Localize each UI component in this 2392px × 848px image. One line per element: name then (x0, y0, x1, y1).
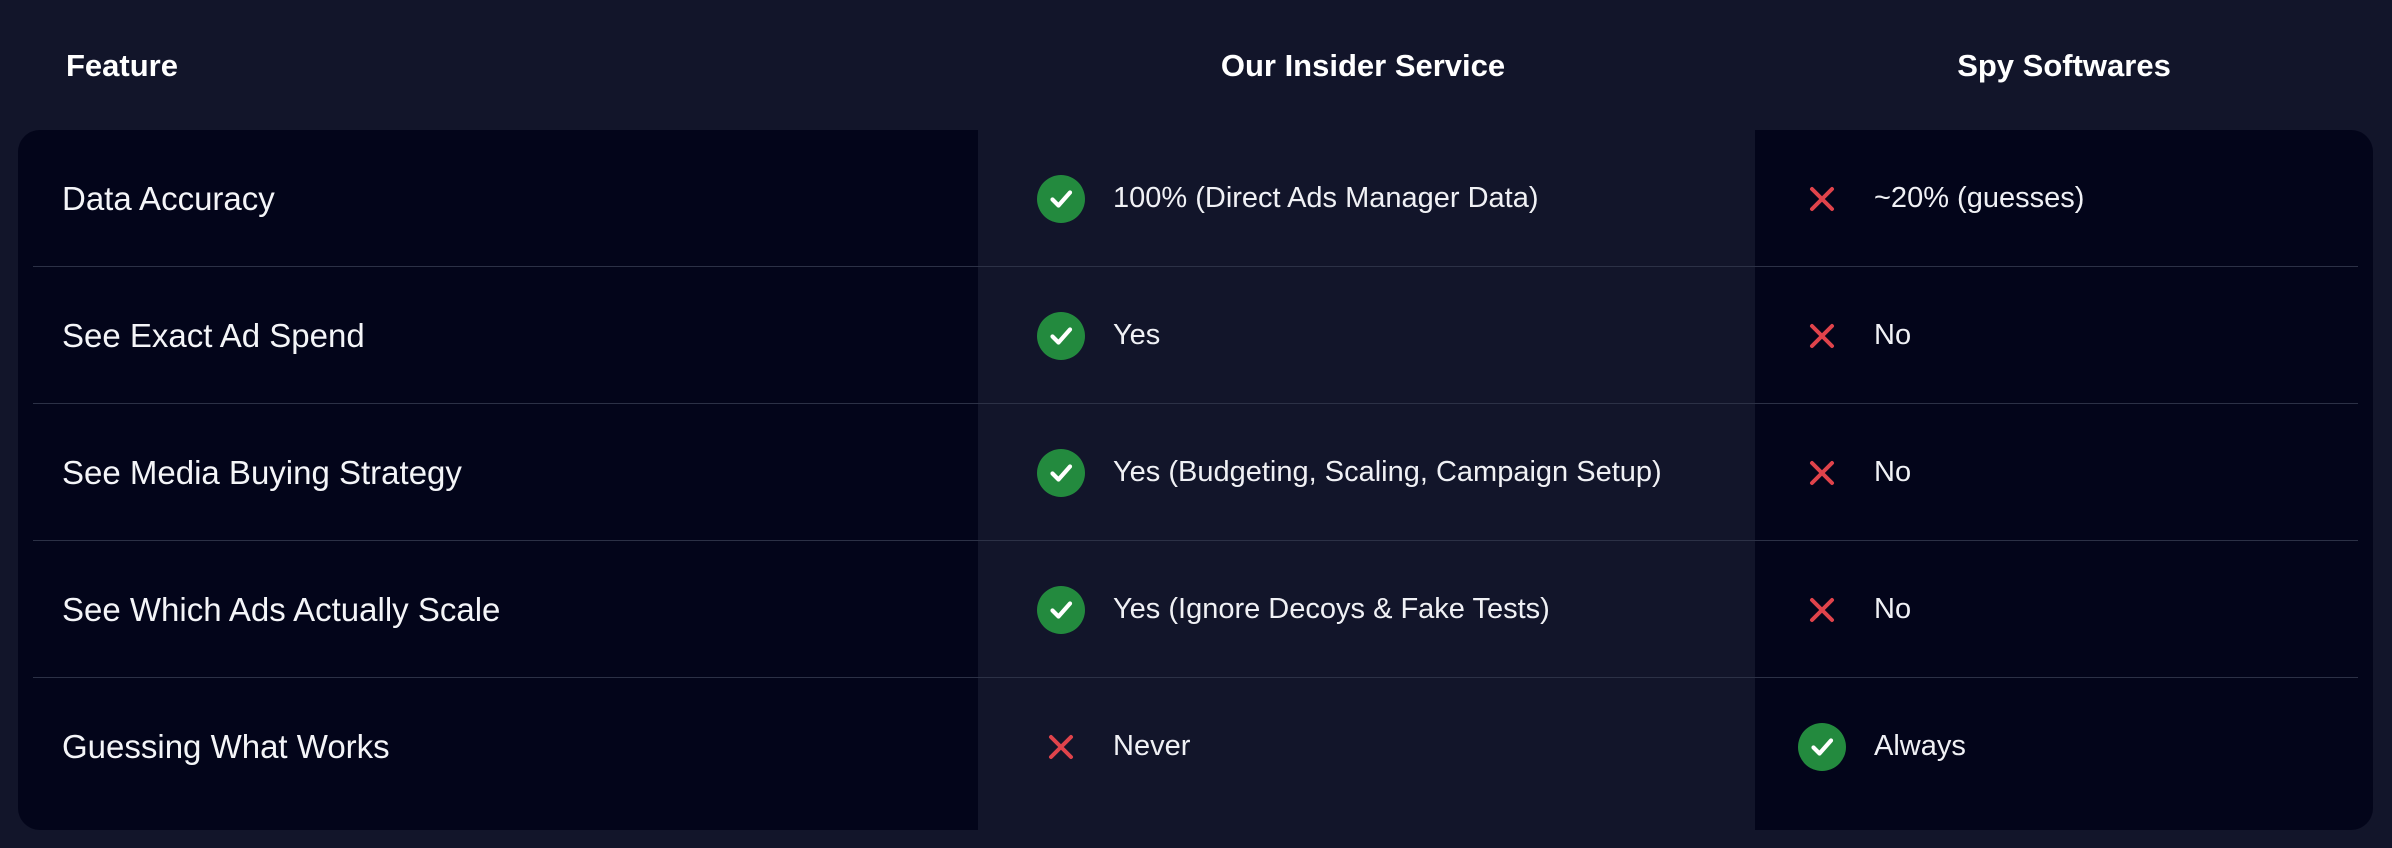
spy-cell: No (1798, 267, 1911, 404)
header-feature: Feature (66, 48, 178, 83)
feature-label: Data Accuracy (62, 180, 275, 217)
table-header: Feature Our Insider Service Spy Software… (0, 0, 2392, 130)
insider-value: Yes (1113, 319, 1161, 351)
header-spy-softwares: Spy Softwares (1957, 48, 2171, 83)
feature-label: See Media Buying Strategy (62, 454, 462, 491)
insider-cell: 100% (Direct Ads Manager Data) (1037, 130, 1539, 267)
insider-value: Yes (Budgeting, Scaling, Campaign Setup) (1113, 456, 1662, 488)
spy-value: ~20% (guesses) (1874, 182, 2085, 214)
check-icon (1037, 311, 1085, 360)
feature-label: Guessing What Works (62, 728, 390, 765)
insider-cell: Yes (Budgeting, Scaling, Campaign Setup) (1037, 404, 1662, 541)
insider-value: Never (1113, 730, 1191, 762)
cross-icon (1037, 723, 1085, 771)
insider-value: 100% (Direct Ads Manager Data) (1113, 182, 1539, 214)
spy-cell: No (1798, 541, 1911, 678)
feature-label: See Exact Ad Spend (62, 317, 365, 354)
spy-cell: Always (1798, 678, 1966, 815)
cross-icon (1798, 175, 1846, 223)
check-icon (1037, 174, 1085, 223)
cross-icon (1798, 312, 1846, 360)
insider-cell: Yes (1037, 267, 1160, 404)
spy-value: Always (1874, 730, 1966, 762)
cross-icon (1798, 586, 1846, 634)
spy-value: No (1874, 319, 1912, 351)
table-row: See Media Buying Strategy Yes (Budgeting… (18, 404, 2373, 541)
spy-cell: No (1798, 404, 1911, 541)
spy-cell: ~20% (guesses) (1798, 130, 2084, 267)
cross-icon (1798, 449, 1846, 497)
check-icon (1798, 722, 1846, 771)
comparison-section: Feature Our Insider Service Spy Software… (0, 0, 2392, 848)
insider-cell: Never (1037, 678, 1190, 815)
comparison-table: Data Accuracy 100% (Direct Ads Manager D… (18, 130, 2373, 830)
table-row: See Exact Ad Spend Yes No (18, 267, 2373, 404)
table-row: See Which Ads Actually Scale Yes (Ignore… (18, 541, 2373, 678)
check-icon (1037, 448, 1085, 497)
spy-value: No (1874, 456, 1912, 488)
spy-value: No (1874, 593, 1912, 625)
header-insider-service: Our Insider Service (1220, 48, 1506, 83)
insider-value: Yes (Ignore Decoys & Fake Tests) (1113, 593, 1550, 625)
table-row: Guessing What Works Never Always (18, 678, 2373, 815)
insider-cell: Yes (Ignore Decoys & Fake Tests) (1037, 541, 1550, 678)
check-icon (1037, 585, 1085, 634)
feature-label: See Which Ads Actually Scale (62, 591, 501, 628)
table-row: Data Accuracy 100% (Direct Ads Manager D… (18, 130, 2373, 267)
